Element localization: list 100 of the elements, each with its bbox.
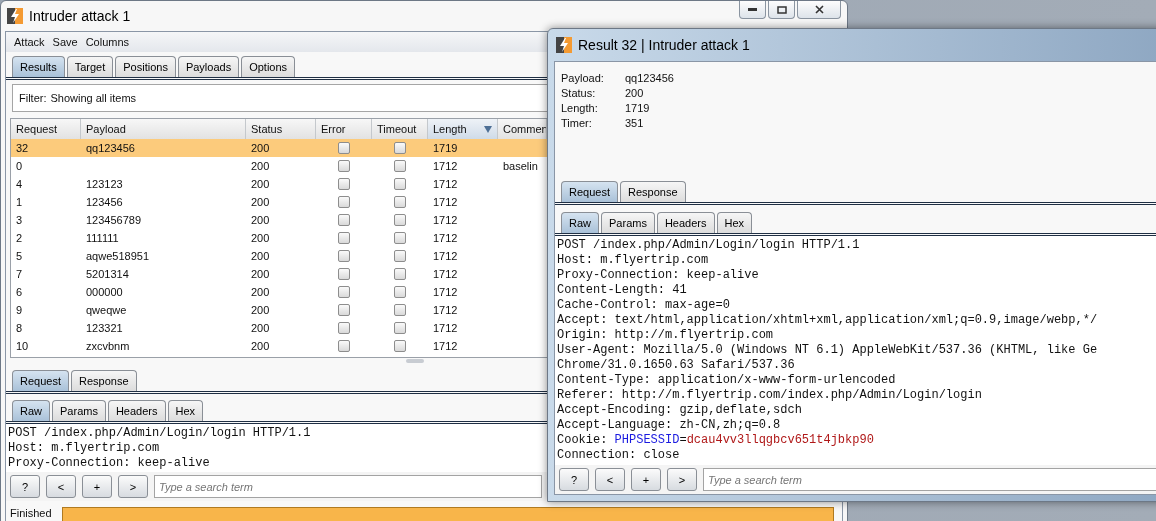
table-cell-text: baselin xyxy=(502,160,539,172)
table-cell-text: zxcvbnm xyxy=(85,340,131,352)
tab[interactable]: Params xyxy=(52,400,106,421)
request-line: Origin: http://m.flyertrip.com xyxy=(557,328,774,343)
checkbox[interactable] xyxy=(394,304,406,316)
checkbox[interactable] xyxy=(338,142,350,154)
search-nav-button[interactable]: < xyxy=(595,468,625,491)
search-nav-button[interactable]: > xyxy=(118,475,148,498)
checkbox[interactable] xyxy=(394,232,406,244)
table-cell-text: 10 xyxy=(15,340,30,352)
table-cell-text: 3 xyxy=(15,214,24,226)
filter-bar[interactable]: Filter: Showing all items xyxy=(12,84,550,112)
checkbox[interactable] xyxy=(394,250,406,262)
tab[interactable]: Headers xyxy=(656,212,715,233)
search-field[interactable]: Type a search term xyxy=(703,468,1156,491)
table-cell-text: 1719 xyxy=(432,142,459,154)
checkbox[interactable] xyxy=(338,340,350,352)
table-cell-text: 123456 xyxy=(85,196,124,208)
tab[interactable]: Payloads xyxy=(177,56,240,77)
table-cell-text: 7 xyxy=(15,268,24,280)
request-line: Content-Type: application/x-www-form-urlencoded xyxy=(557,373,896,388)
search-nav-button[interactable]: + xyxy=(82,475,112,498)
table-cell-text: 1712 xyxy=(432,268,459,280)
checkbox[interactable] xyxy=(394,178,406,190)
menu-item[interactable]: Save xyxy=(52,36,78,48)
checkbox[interactable] xyxy=(338,250,350,262)
checkbox[interactable] xyxy=(338,232,350,244)
checkbox[interactable] xyxy=(338,304,350,316)
table-cell-text: qq123456 xyxy=(85,142,136,154)
table-cell-text: aqwe518951 xyxy=(85,250,150,262)
table-cell-text: 1 xyxy=(15,196,24,208)
search-nav-button[interactable]: + xyxy=(631,468,661,491)
column-header[interactable]: Error xyxy=(316,119,372,139)
table-cell-text: 123321 xyxy=(85,322,124,334)
table-cell-text: 1712 xyxy=(432,304,459,316)
request-line: Accept-Encoding: gzip,deflate,sdch xyxy=(557,403,802,418)
tab[interactable]: Positions xyxy=(115,56,176,77)
checkbox[interactable] xyxy=(394,340,406,352)
table-cell-text: 200 xyxy=(250,250,271,262)
checkbox[interactable] xyxy=(338,322,350,334)
checkbox[interactable] xyxy=(338,160,350,172)
checkbox[interactable] xyxy=(338,214,350,226)
checkbox[interactable] xyxy=(394,142,406,154)
checkbox[interactable] xyxy=(394,322,406,334)
maximize-button[interactable] xyxy=(768,1,795,19)
table-cell-text: 1712 xyxy=(432,322,459,334)
tab[interactable]: Headers xyxy=(107,400,166,421)
detail-label: Status: xyxy=(561,87,597,99)
tab[interactable]: Target xyxy=(66,56,114,77)
tab[interactable]: Results xyxy=(12,56,65,77)
request-line: Connection: close xyxy=(557,448,680,463)
tab[interactable]: Options xyxy=(241,56,296,77)
checkbox[interactable] xyxy=(394,196,406,208)
request-line: Host: m.flyertrip.com xyxy=(557,253,709,268)
checkbox[interactable] xyxy=(338,178,350,190)
tab[interactable]: Hex xyxy=(167,400,204,421)
table-cell-text: 000000 xyxy=(85,286,124,298)
column-header[interactable]: Request xyxy=(11,119,81,139)
tab[interactable]: Response xyxy=(620,180,686,202)
menu-item[interactable]: Attack xyxy=(14,36,45,48)
detail-value: 200 xyxy=(625,87,645,99)
checkbox[interactable] xyxy=(394,286,406,298)
maximize-icon xyxy=(776,5,787,14)
minimize-button[interactable] xyxy=(739,1,766,19)
table-cell-text: 0 xyxy=(15,160,24,172)
tab[interactable]: Raw xyxy=(561,212,599,233)
checkbox[interactable] xyxy=(394,160,406,172)
table-cell-text: 5201314 xyxy=(85,268,130,280)
checkbox[interactable] xyxy=(338,286,350,298)
table-cell-text: 5 xyxy=(15,250,24,262)
table-cell-text: 1712 xyxy=(432,286,459,298)
tab[interactable]: Raw xyxy=(12,400,50,421)
checkbox[interactable] xyxy=(394,268,406,280)
detail-label: Length: xyxy=(561,102,599,114)
search-nav-button[interactable]: > xyxy=(667,468,697,491)
search-nav-button[interactable]: ? xyxy=(10,475,40,498)
checkbox[interactable] xyxy=(394,214,406,226)
request-line: Host: m.flyertrip.com xyxy=(8,441,160,456)
close-button[interactable] xyxy=(797,1,841,19)
search-nav-button[interactable]: ? xyxy=(559,468,589,491)
table-cell-text: 123456789 xyxy=(85,214,143,226)
tab[interactable]: Response xyxy=(71,370,137,391)
checkbox[interactable] xyxy=(338,268,350,280)
column-header[interactable]: Payload xyxy=(81,119,246,139)
tab[interactable]: Request xyxy=(561,180,618,202)
menu-item[interactable]: Columns xyxy=(85,36,130,48)
tab[interactable]: Params xyxy=(601,212,655,233)
column-header[interactable]: Length xyxy=(428,119,498,139)
search-nav-button[interactable]: < xyxy=(46,475,76,498)
table-cell-text: 1712 xyxy=(432,160,459,172)
result-row[interactable]: 32 qq123456 200 1719 xyxy=(11,139,547,157)
table-cell-text: 1712 xyxy=(432,214,459,226)
table-cell-text: 200 xyxy=(250,178,271,190)
tab[interactable]: Request xyxy=(12,370,69,391)
column-header[interactable]: Timeout xyxy=(372,119,428,139)
search-field[interactable]: Type a search term xyxy=(154,475,542,498)
checkbox[interactable] xyxy=(338,196,350,208)
splitter-handle[interactable] xyxy=(406,359,424,363)
column-header[interactable]: Status xyxy=(246,119,316,139)
tab[interactable]: Hex xyxy=(716,212,753,233)
